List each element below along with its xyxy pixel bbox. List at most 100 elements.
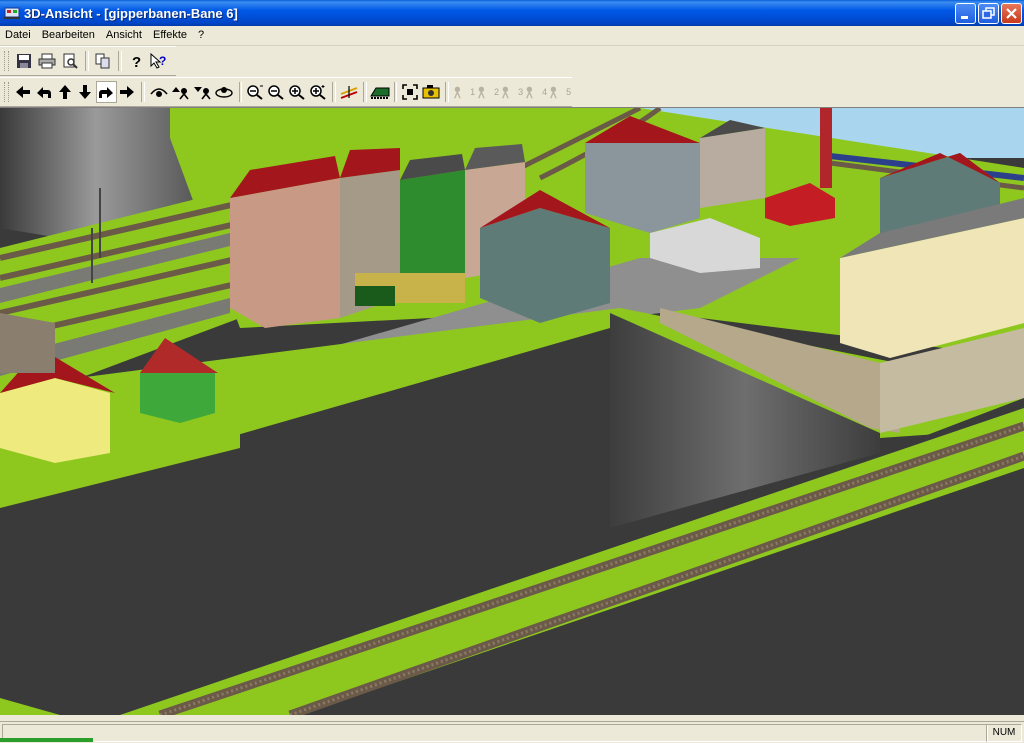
title-bar: 3D-Ansicht - [gipperbanen-Bane 6] [0,0,1024,26]
taskbar-edge [0,738,93,742]
grey-house [480,208,610,323]
num-lock-indicator: NUM [986,724,1022,742]
raise-view-button[interactable] [170,81,191,103]
cropped-building [0,313,55,373]
tall-house [700,128,765,208]
toolbar-separator [118,51,122,71]
move-up-button[interactable] [55,81,75,103]
print-preview-icon [63,53,78,69]
move-left-button[interactable] [13,81,33,103]
context-help-icon: ? [150,53,166,69]
signal-button[interactable] [339,81,359,103]
turn-left-button[interactable] [34,81,54,103]
move-up-icon [58,85,71,99]
tilt-button[interactable] [148,81,169,103]
minimize-icon [961,16,968,19]
turn-right-button[interactable] [96,81,117,103]
toolbar-grip[interactable] [4,51,9,71]
camera-position-label: 1 [470,87,476,97]
zoom-out-button[interactable] [266,81,286,103]
maximize-button[interactable] [978,3,999,24]
zoom-in-icon [289,85,305,100]
camera-position-label: 2 [494,87,500,97]
svg-text:?: ? [159,54,166,68]
menu-ansicht[interactable]: Ansicht [101,26,148,45]
save-icon [17,54,31,68]
move-left-icon [15,86,30,98]
signal-icon [340,86,358,99]
close-icon [1006,8,1017,19]
app-icon[interactable] [4,5,20,21]
toolbar-separator [85,51,89,71]
camera-position-label: 5 [566,87,572,97]
help-button[interactable]: ? [125,50,147,72]
help-icon: ? [132,54,141,69]
copy-icon [95,53,110,69]
move-right-icon [120,86,135,98]
minimize-button[interactable] [955,3,976,24]
print-button[interactable] [36,50,58,72]
camera-position-icon [478,86,485,99]
3d-viewport[interactable] [0,107,1024,715]
move-right-button[interactable] [118,81,138,103]
zoom-in-fast-icon [310,85,326,100]
camera-position-icon [550,86,557,99]
menu-bearbeiten[interactable]: Bearbeiten [37,26,101,45]
menu-help[interactable]: ? [193,26,210,45]
orbit-icon [215,87,233,98]
camera-position-icon [502,86,509,99]
copy-button[interactable] [92,50,114,72]
lower-view-button[interactable] [192,81,213,103]
camera-position-button[interactable]: 4 [524,81,547,103]
camera-position-icon [526,86,533,99]
toolbar-separator [332,82,336,102]
print-preview-button[interactable] [59,50,81,72]
window-title: 3D-Ansicht - [gipperbanen-Bane 6] [24,5,238,21]
toolbar-separator [238,82,243,102]
raise-view-icon [172,87,190,100]
camera-position-button[interactable]: 2 [476,81,499,103]
zoom-in-fast-button[interactable] [308,81,328,103]
camera-position-button[interactable]: 5 [548,81,571,103]
fit-view-icon [402,84,419,100]
status-bar: NUM [0,721,1024,743]
train-view-icon [369,87,390,99]
toolbar-grip[interactable] [4,82,9,102]
menu-bar: Datei Bearbeiten Ansicht Effekte ? [0,26,1024,46]
close-button[interactable] [1001,3,1022,24]
turn-left-icon [36,87,51,98]
move-down-icon [79,85,92,99]
svg-text:?: ? [132,54,141,69]
truck-cab [355,286,395,306]
toolbar-separator [445,82,450,102]
camera-position-button[interactable]: 1 [452,81,475,103]
zoom-in-button[interactable] [287,81,307,103]
menu-datei[interactable]: Datei [0,26,37,45]
orbit-button[interactable] [214,81,235,103]
context-help-button[interactable]: ? [148,50,170,72]
zoom-out-icon [268,85,284,100]
restore-icon [982,7,995,19]
print-icon [38,53,56,69]
turn-right-icon [99,87,114,98]
train-view-button[interactable] [369,81,390,103]
file-toolbar: ? ? [0,46,176,76]
camera-position-label: 3 [518,87,524,97]
camera-position-icon [454,86,461,99]
toolbar-separator [362,82,367,102]
toolbar-separator [141,82,146,102]
scene-render[interactable] [0,108,1024,715]
menu-effekte[interactable]: Effekte [148,26,193,45]
status-message-panel [2,724,988,742]
move-down-button[interactable] [75,81,95,103]
fit-view-button[interactable] [400,81,420,103]
camera-position-button[interactable]: 3 [500,81,523,103]
zoom-out-fast-button[interactable] [245,81,265,103]
lower-view-icon [194,87,211,100]
save-button[interactable] [13,50,35,72]
zoom-out-fast-icon [247,85,264,100]
mansion [585,128,700,233]
chimney [820,108,832,188]
camera-button[interactable] [421,81,441,103]
toolbar-separator [393,82,398,102]
